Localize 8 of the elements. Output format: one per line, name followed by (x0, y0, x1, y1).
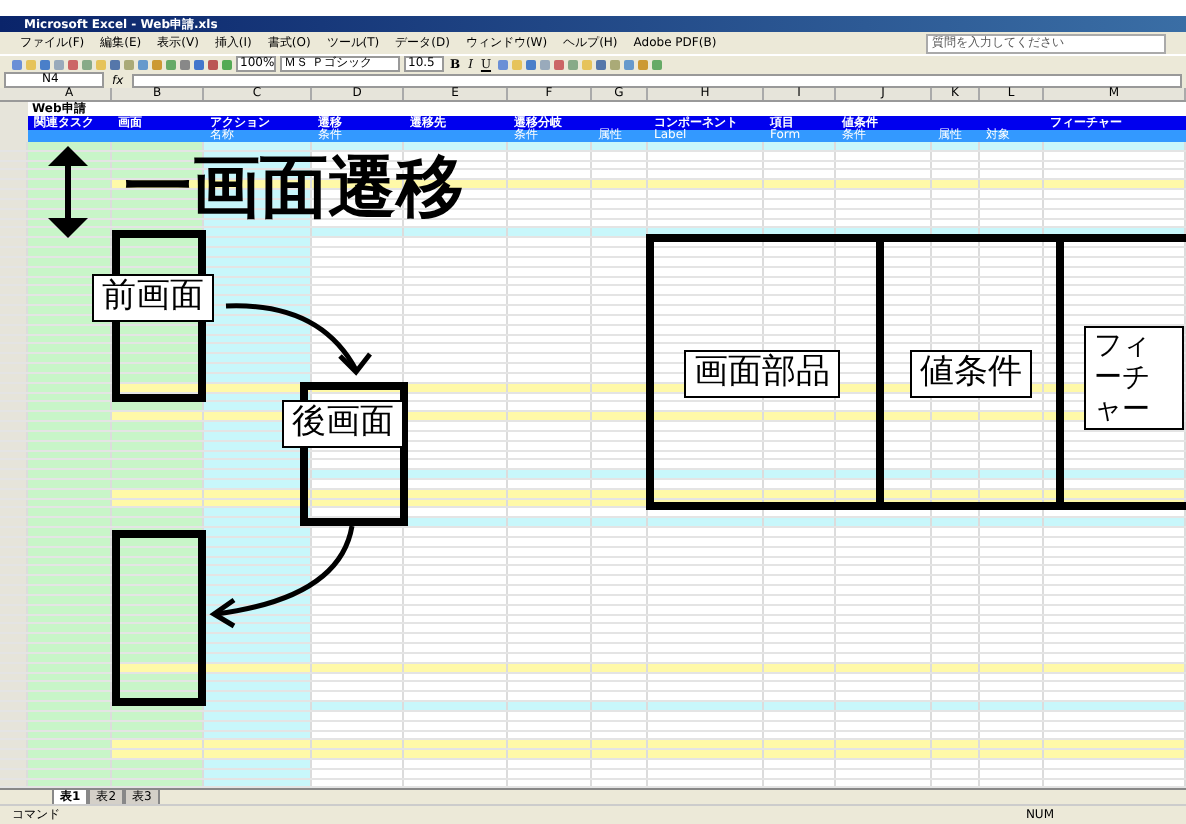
annotation-label: フィーチャー (1084, 326, 1185, 431)
annotation-label: 後画面 (282, 400, 404, 448)
annotation-label: 値条件 (910, 350, 1032, 398)
formula-field[interactable] (131, 73, 1182, 87)
double-arrow (48, 146, 88, 238)
annotation-heading: 一画面遷移 (124, 154, 464, 222)
annotation-label: 前画面 (92, 274, 214, 322)
annotation-label: 画面部品 (684, 350, 840, 398)
